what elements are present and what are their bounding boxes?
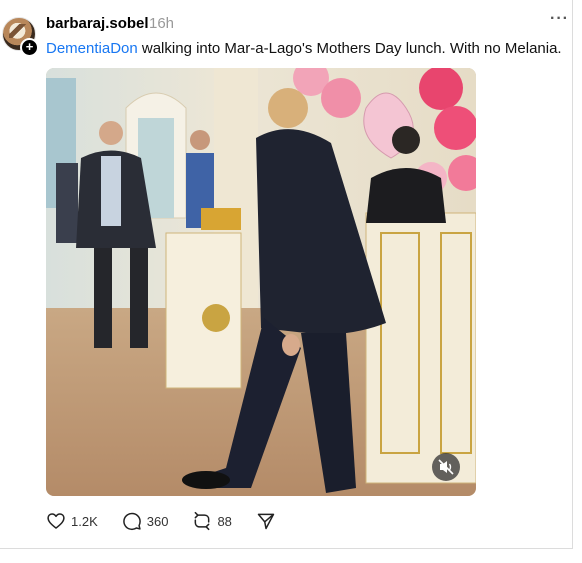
caption-text: walking into Mar-a-Lago's Mothers Day lu… bbox=[137, 40, 562, 57]
comment-icon bbox=[122, 512, 141, 531]
username-link[interactable]: barbaraj.sobel bbox=[46, 15, 149, 32]
post-timestamp[interactable]: 16h bbox=[149, 15, 174, 32]
mention-link[interactable]: DementiaDon bbox=[46, 40, 138, 57]
share-button[interactable] bbox=[256, 509, 276, 533]
post-card: + barbaraj.sobel 16h ··· DementiaDon wal… bbox=[0, 0, 573, 549]
video-frame bbox=[46, 68, 476, 496]
video-player[interactable] bbox=[46, 68, 476, 496]
follow-plus-icon[interactable]: + bbox=[20, 38, 39, 57]
repost-count: 88 bbox=[217, 513, 232, 529]
post-actions: 1.2K 360 88 bbox=[46, 509, 300, 533]
more-options-icon[interactable]: ··· bbox=[550, 10, 569, 28]
send-icon bbox=[257, 513, 275, 530]
reply-button[interactable]: 360 bbox=[122, 509, 169, 533]
mute-toggle-button[interactable] bbox=[432, 453, 460, 481]
post-caption: DementiaDon walking into Mar-a-Lago's Mo… bbox=[46, 40, 566, 57]
like-count: 1.2K bbox=[71, 513, 98, 529]
like-button[interactable]: 1.2K bbox=[46, 509, 98, 533]
speaker-muted-icon bbox=[438, 459, 454, 475]
reply-count: 360 bbox=[146, 513, 169, 529]
repost-button[interactable]: 88 bbox=[192, 509, 232, 533]
heart-icon bbox=[47, 513, 65, 529]
repost-icon bbox=[195, 511, 210, 531]
